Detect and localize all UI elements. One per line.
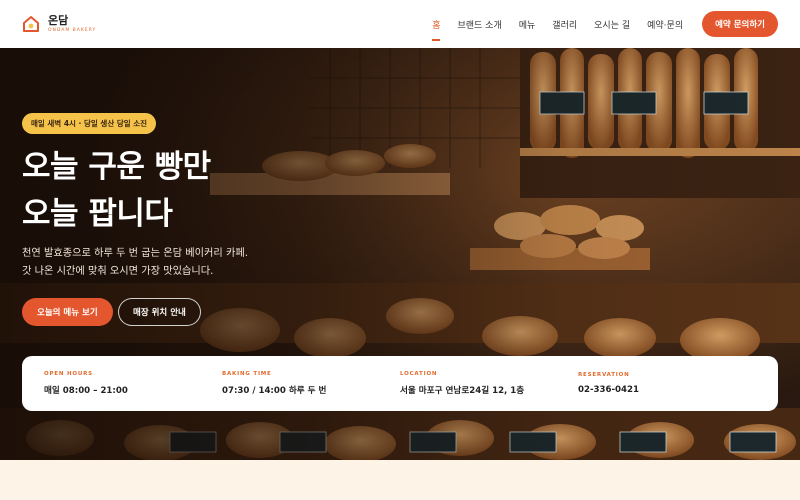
brand-subtitle: ONDAM BAKERY <box>48 27 97 33</box>
hero-desc-line1: 천연 발효종으로 하루 두 번 굽는 온담 베이커리 카페. <box>22 248 248 259</box>
info-label: LOCATION <box>400 371 438 377</box>
store-location-button[interactable]: 매장 위치 안내 <box>118 298 201 326</box>
info-value: 서울 마포구 연남로24길 12, 1층 <box>400 386 525 396</box>
info-label: BAKING TIME <box>222 371 272 377</box>
hero-section: 매일 새벽 4시 · 당일 생산 당일 소진 오늘 구운 빵만 오늘 팝니다 천… <box>0 48 800 460</box>
info-value: 07:30 / 14:00 하루 두 번 <box>222 386 327 396</box>
info-label: OPEN HOURS <box>44 371 93 377</box>
nav-item-reservation[interactable]: 예약·문의 <box>647 12 683 37</box>
nav-item-menu[interactable]: 메뉴 <box>519 12 536 37</box>
nav-item-home[interactable]: 홈 <box>432 12 441 41</box>
info-open-hours: OPEN HOURS 매일 08:00 – 21:00 <box>44 371 222 396</box>
house-bread-icon <box>23 16 39 32</box>
brand-logo[interactable]: 온담 ONDAM BAKERY <box>22 15 96 34</box>
nav-item-gallery[interactable]: 갤러리 <box>552 12 577 37</box>
nav-item-brand[interactable]: 브랜드 소개 <box>457 12 501 37</box>
reservation-cta-button[interactable]: 예약 문의하기 <box>702 11 778 37</box>
main-nav: 홈 브랜드 소개 메뉴 갤러리 오시는 길 예약·문의 예약 문의하기 <box>432 11 778 41</box>
info-value[interactable]: 02-336-0421 <box>578 385 756 395</box>
production-badge: 매일 새벽 4시 · 당일 생산 당일 소진 <box>22 113 157 134</box>
hero-title-line2: 오늘 팝니다 <box>22 196 173 232</box>
brand-name: 온담 <box>48 13 69 27</box>
hero-title-line1: 오늘 구운 빵만 <box>22 149 211 185</box>
info-location: LOCATION 서울 마포구 연남로24길 12, 1층 <box>400 371 578 396</box>
store-info-card: OPEN HOURS 매일 08:00 – 21:00 BAKING TIME … <box>22 356 778 411</box>
hero-description: 천연 발효종으로 하루 두 번 굽는 온담 베이커리 카페. 갓 나온 시간에 … <box>22 245 248 281</box>
hero-desc-line2: 갓 나온 시간에 맞춰 오시면 가장 맛있습니다. <box>22 266 214 277</box>
info-reservation: RESERVATION 02-336-0421 <box>578 372 756 395</box>
view-menu-button[interactable]: 오늘의 메뉴 보기 <box>22 298 113 326</box>
site-header: 온담 ONDAM BAKERY 홈 브랜드 소개 메뉴 갤러리 오시는 길 예약… <box>0 0 800 48</box>
hero-title: 오늘 구운 빵만 오늘 팝니다 <box>22 144 211 238</box>
info-baking-time: BAKING TIME 07:30 / 14:00 하루 두 번 <box>222 371 400 396</box>
info-label: RESERVATION <box>578 372 630 378</box>
next-section-bg <box>0 460 800 500</box>
info-value: 매일 08:00 – 21:00 <box>44 386 128 396</box>
nav-item-location[interactable]: 오시는 길 <box>594 12 630 37</box>
